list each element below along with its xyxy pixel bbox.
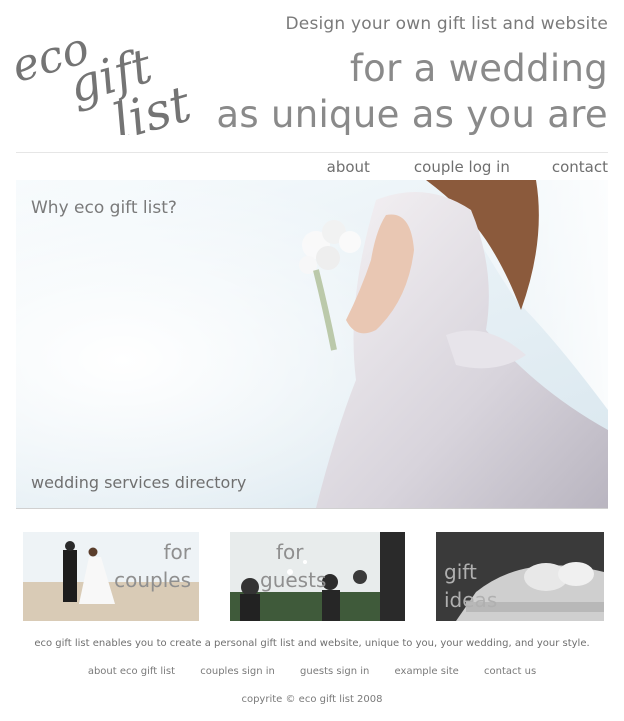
site-description: eco gift list enables you to create a pe… xyxy=(34,638,590,649)
eco-gift-list-logo[interactable]: eco gift list xyxy=(6,10,202,151)
gift-ideas-line1: gift xyxy=(444,560,477,584)
nav-couple-login-link[interactable]: couple log in xyxy=(414,158,510,176)
for-couples-tile[interactable]: for couples xyxy=(23,532,199,621)
for-guests-label: for guests xyxy=(260,538,326,594)
footer-example-site-link[interactable]: example site xyxy=(395,666,459,677)
header-divider xyxy=(16,152,608,153)
for-couples-line1: for xyxy=(163,540,192,564)
gift-ideas-label: gift ideas xyxy=(444,558,497,614)
footer-about-link[interactable]: about eco gift list xyxy=(88,666,175,677)
footer-couples-sign-in-link[interactable]: couples sign in xyxy=(200,666,275,677)
headline-line-2: as unique as you are xyxy=(216,93,608,136)
main-nav: about couple log in contact xyxy=(327,158,608,176)
header-headline: for a wedding as unique as you are xyxy=(216,46,608,138)
nav-contact-link[interactable]: contact xyxy=(552,158,608,176)
for-guests-line1: for xyxy=(276,540,304,564)
copyright-notice: copyrite © eco gift list 2008 xyxy=(241,694,383,705)
nav-about-link[interactable]: about xyxy=(327,158,370,176)
footer-guests-sign-in-link[interactable]: guests sign in xyxy=(300,666,369,677)
footer-nav: about eco gift list couples sign in gues… xyxy=(0,666,624,677)
gift-ideas-line2: ideas xyxy=(444,588,498,612)
headline-line-1: for a wedding xyxy=(349,47,608,90)
for-couples-label: for couples xyxy=(114,538,191,594)
hero-banner: Why eco gift list? wedding services dire… xyxy=(16,180,608,509)
for-couples-line2: couples xyxy=(114,568,191,592)
header-tagline: Design your own gift list and website xyxy=(285,14,608,34)
wedding-services-directory-link[interactable]: wedding services directory xyxy=(31,473,246,492)
for-guests-tile[interactable]: for guests xyxy=(230,532,405,621)
footer-contact-link[interactable]: contact us xyxy=(484,666,536,677)
feature-tiles: for couples for guests gift ideas xyxy=(0,532,624,622)
gift-ideas-tile[interactable]: gift ideas xyxy=(436,532,604,621)
for-guests-line2: guests xyxy=(260,568,327,592)
why-eco-gift-list-link[interactable]: Why eco gift list? xyxy=(31,198,177,218)
bride-photo xyxy=(16,180,608,508)
